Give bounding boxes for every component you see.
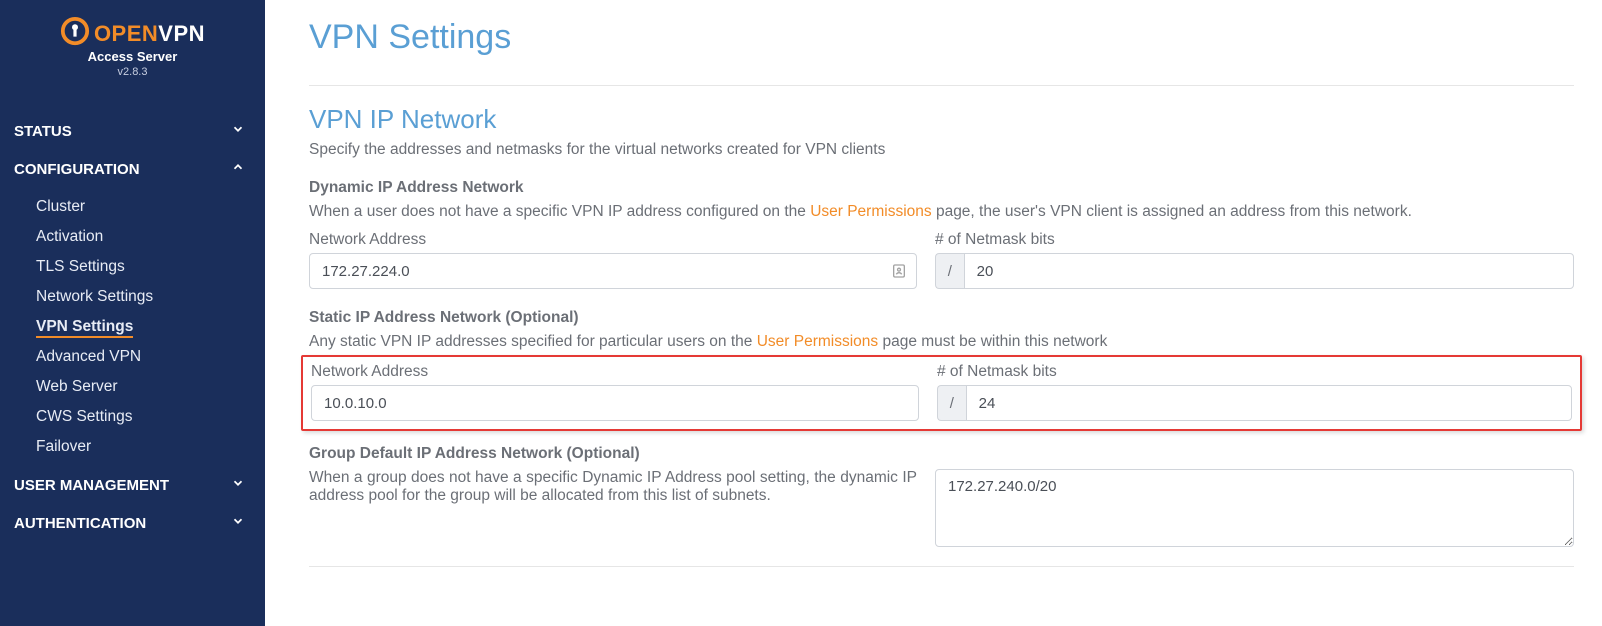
dynamic-desc-pre: When a user does not have a specific VPN… (309, 203, 810, 220)
app-root: OPENVPN Access Server v2.8.3 STATUS CONF… (0, 0, 1602, 626)
dynamic-addr-label: Network Address (309, 231, 917, 249)
nav-item-cws[interactable]: CWS Settings (0, 402, 265, 432)
nav-item-label: Network Settings (36, 288, 153, 305)
autofill-icon (891, 263, 907, 279)
nav-item-label: Activation (36, 228, 103, 245)
chevron-down-icon (231, 514, 245, 532)
slash-prefix: / (937, 385, 966, 421)
sidebar-nav: STATUS CONFIGURATION Cluster Activation … (0, 112, 265, 542)
static-desc-pre: Any static VPN IP addresses specified fo… (309, 333, 757, 350)
brand-subtitle: Access Server (0, 49, 265, 64)
brand-version: v2.8.3 (0, 66, 265, 78)
nav-configuration-items: Cluster Activation TLS Settings Network … (0, 188, 265, 466)
nav-item-web[interactable]: Web Server (0, 372, 265, 402)
nav-item-label: CWS Settings (36, 408, 132, 425)
nav-section-auth[interactable]: AUTHENTICATION (0, 504, 265, 542)
static-mask-col: # of Netmask bits / (937, 363, 1572, 421)
static-desc-post: page must be within this network (878, 333, 1107, 350)
dynamic-mask-label: # of Netmask bits (935, 231, 1574, 249)
nav-item-label: Web Server (36, 378, 118, 395)
static-addr-label: Network Address (311, 363, 919, 381)
static-addr-col: Network Address (311, 363, 919, 421)
nav-item-activation[interactable]: Activation (0, 222, 265, 252)
nav-section-status-label: STATUS (14, 123, 72, 140)
main-content: VPN Settings VPN IP Network Specify the … (265, 0, 1602, 626)
sidebar: OPENVPN Access Server v2.8.3 STATUS CONF… (0, 0, 265, 626)
nav-item-cluster[interactable]: Cluster (0, 192, 265, 222)
page-title: VPN Settings (309, 18, 1574, 57)
brand-logo-row: OPENVPN (0, 16, 265, 51)
divider (309, 85, 1574, 86)
dynamic-mask-input[interactable] (964, 253, 1574, 289)
brand-vpn: VPN (158, 21, 205, 46)
slash-prefix: / (935, 253, 964, 289)
nav-item-label: Cluster (36, 198, 85, 215)
section-ip-network-desc: Specify the addresses and netmasks for t… (309, 141, 1574, 159)
group-row: When a group does not have a specific Dy… (309, 469, 1574, 552)
dynamic-mask-col: # of Netmask bits / (935, 231, 1574, 289)
section-ip-network-title: VPN IP Network (309, 104, 1574, 135)
dynamic-desc-post: page, the user's VPN client is assigned … (932, 203, 1412, 220)
dynamic-addr-input[interactable] (309, 253, 917, 289)
static-mask-input[interactable] (966, 385, 1572, 421)
static-field-row: Network Address # of Netmask bits / (311, 363, 1572, 421)
nav-item-network[interactable]: Network Settings (0, 282, 265, 312)
nav-item-failover[interactable]: Failover (0, 432, 265, 462)
group-title: Group Default IP Address Network (Option… (309, 445, 1574, 463)
nav-item-advanced[interactable]: Advanced VPN (0, 342, 265, 372)
nav-section-usermgmt-label: USER MANAGEMENT (14, 477, 169, 494)
nav-section-configuration[interactable]: CONFIGURATION (0, 150, 265, 188)
nav-item-label: Failover (36, 438, 91, 455)
user-permissions-link[interactable]: User Permissions (757, 333, 878, 350)
dynamic-mask-wrap: / (935, 253, 1574, 289)
chevron-down-icon (231, 476, 245, 494)
chevron-up-icon (231, 160, 245, 178)
group-input-col (935, 469, 1574, 552)
nav-section-usermgmt[interactable]: USER MANAGEMENT (0, 466, 265, 504)
group-subnets-textarea[interactable] (935, 469, 1574, 547)
static-mask-label: # of Netmask bits (937, 363, 1572, 381)
dynamic-field-row: Network Address # of Netmask bits / (309, 231, 1574, 289)
chevron-down-icon (231, 122, 245, 140)
user-permissions-link[interactable]: User Permissions (810, 203, 931, 220)
divider (309, 566, 1574, 567)
brand-open: OPEN (94, 21, 158, 46)
static-mask-wrap: / (937, 385, 1572, 421)
nav-item-tls[interactable]: TLS Settings (0, 252, 265, 282)
nav-item-vpn[interactable]: VPN Settings (0, 312, 265, 342)
group-desc: When a group does not have a specific Dy… (309, 469, 917, 505)
dynamic-title: Dynamic IP Address Network (309, 179, 1574, 197)
brand-block: OPENVPN Access Server v2.8.3 (0, 10, 265, 88)
nav-section-configuration-label: CONFIGURATION (14, 161, 140, 178)
group-desc-col: When a group does not have a specific Dy… (309, 469, 917, 552)
static-highlight-box: Network Address # of Netmask bits / (301, 355, 1582, 431)
nav-section-status[interactable]: STATUS (0, 112, 265, 150)
nav-item-label: TLS Settings (36, 258, 125, 275)
dynamic-addr-input-wrap (309, 253, 917, 289)
openvpn-logo-icon (60, 16, 90, 51)
dynamic-desc: When a user does not have a specific VPN… (309, 203, 1574, 221)
brand-wordmark: OPENVPN (94, 21, 205, 47)
nav-item-label: Advanced VPN (36, 348, 141, 365)
static-addr-input[interactable] (311, 385, 919, 421)
static-desc: Any static VPN IP addresses specified fo… (309, 333, 1574, 351)
dynamic-addr-col: Network Address (309, 231, 917, 289)
static-title: Static IP Address Network (Optional) (309, 309, 1574, 327)
nav-section-auth-label: AUTHENTICATION (14, 515, 146, 532)
nav-item-label: VPN Settings (36, 318, 133, 338)
